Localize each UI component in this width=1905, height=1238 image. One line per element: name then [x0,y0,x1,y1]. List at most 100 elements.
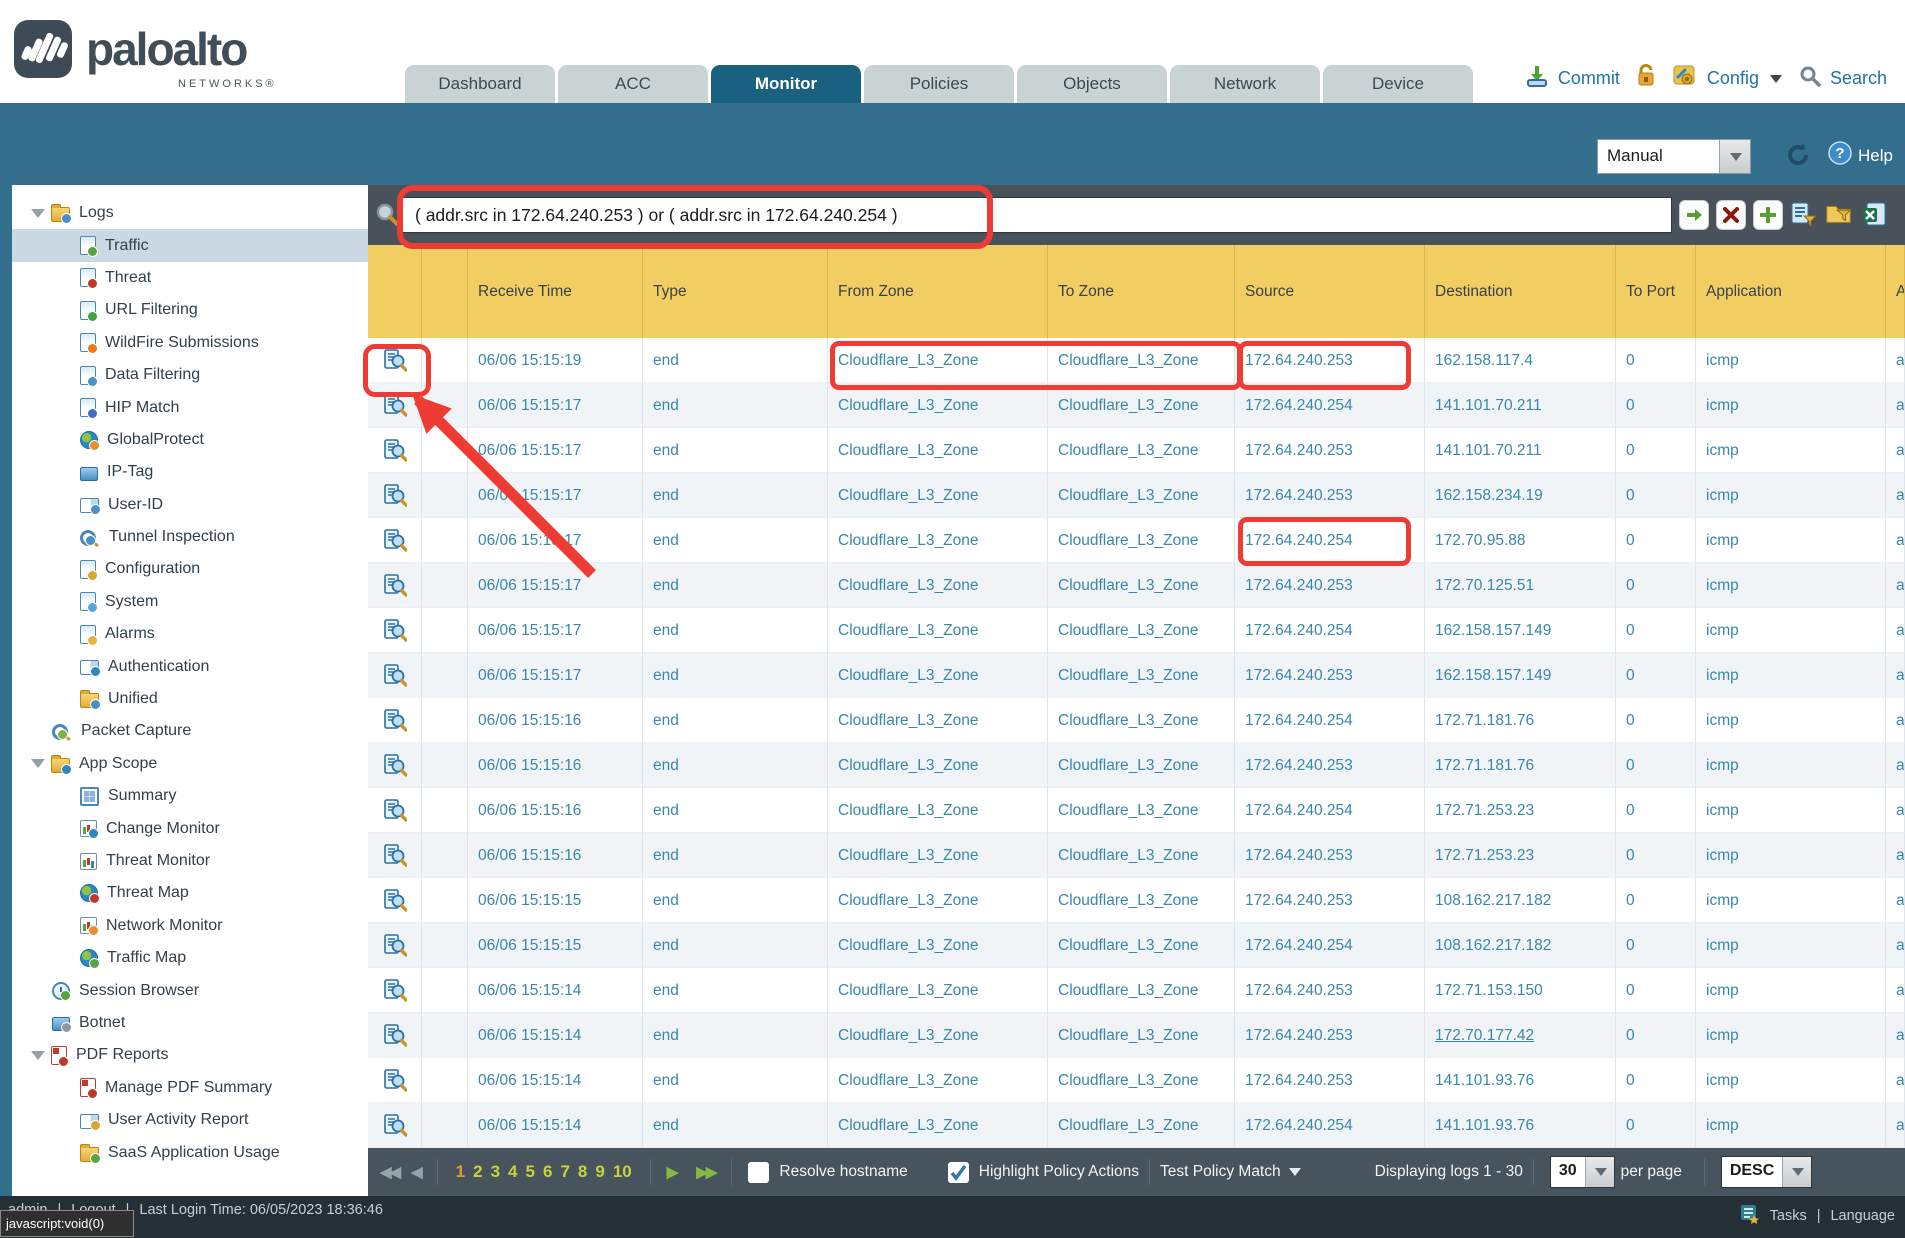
cell-action[interactable]: allow [1886,878,1905,923]
log-detail-magnifier-icon[interactable] [368,518,422,563]
log-detail-magnifier-icon[interactable] [368,743,422,788]
help-label[interactable]: Help [1858,146,1893,166]
cell-destination[interactable]: 162.158.117.4 [1425,338,1616,383]
cell-source[interactable]: 172.64.240.254 [1235,698,1425,743]
cell-destination[interactable]: 141.101.70.211 [1425,428,1616,473]
cell-destination[interactable]: 162.158.157.149 [1425,608,1616,653]
cell-to-zone[interactable]: Cloudflare_L3_Zone [1048,428,1235,473]
cell-source[interactable]: 172.64.240.253 [1235,428,1425,473]
cell-to-zone[interactable]: Cloudflare_L3_Zone [1048,923,1235,968]
cell-application[interactable]: icmp [1696,923,1886,968]
search-button[interactable]: Search [1830,68,1887,89]
cell-to-zone[interactable]: Cloudflare_L3_Zone [1048,383,1235,428]
cell-to-zone[interactable]: Cloudflare_L3_Zone [1048,653,1235,698]
cell-action[interactable]: allow [1886,743,1905,788]
sidebar-item-wildfire-submissions[interactable]: WildFire Submissions [12,327,368,359]
log-detail-magnifier-icon[interactable] [368,608,422,653]
next-page-button[interactable]: ▶ [667,1163,677,1181]
log-detail-magnifier-icon[interactable] [368,1013,422,1058]
cell-time[interactable]: 06/06 15:15:16 [468,698,643,743]
cell-time[interactable]: 06/06 15:15:17 [468,518,643,563]
sidebar-item-data-filtering[interactable]: Data Filtering [12,359,368,391]
column-header-blank-1[interactable] [422,245,468,338]
cell-time[interactable]: 06/06 15:15:15 [468,923,643,968]
cell-action[interactable]: allow [1886,473,1905,518]
sidebar-item-threat[interactable]: Threat [12,262,368,294]
cell-from-zone[interactable]: Cloudflare_L3_Zone [828,1013,1048,1058]
cell-destination[interactable]: 162.158.157.149 [1425,653,1616,698]
cell-from-zone[interactable]: Cloudflare_L3_Zone [828,1058,1048,1103]
cell-application[interactable]: icmp [1696,383,1886,428]
tab-acc[interactable]: ACC [558,65,708,103]
cell-destination[interactable]: 172.71.253.23 [1425,833,1616,878]
cell-from-zone[interactable]: Cloudflare_L3_Zone [828,428,1048,473]
first-page-button[interactable]: ◀◀ [380,1163,399,1181]
cell-application[interactable]: icmp [1696,968,1886,1013]
cell-source[interactable]: 172.64.240.253 [1235,1058,1425,1103]
cell-to-zone[interactable]: Cloudflare_L3_Zone [1048,1058,1235,1103]
cell-source[interactable]: 172.64.240.253 [1235,743,1425,788]
cell-to-zone[interactable]: Cloudflare_L3_Zone [1048,788,1235,833]
filter-builder-icon[interactable] [1790,200,1818,228]
expander-icon[interactable] [31,209,45,218]
tab-dashboard[interactable]: Dashboard [405,65,555,103]
cell-time[interactable]: 06/06 15:15:14 [468,1013,643,1058]
sidebar-item-network-monitor[interactable]: Network Monitor [12,910,368,942]
tab-device[interactable]: Device [1323,65,1473,103]
sidebar-item-change-monitor[interactable]: Change Monitor [12,812,368,844]
cell-application[interactable]: icmp [1696,653,1886,698]
sidebar-item-session-browser[interactable]: Session Browser [12,974,368,1006]
cell-application[interactable]: icmp [1696,788,1886,833]
column-header-action[interactable]: Action [1886,245,1905,338]
cell-application[interactable]: icmp [1696,428,1886,473]
log-detail-magnifier-icon[interactable] [368,1103,422,1148]
sidebar-item-app-scope[interactable]: App Scope [12,748,368,780]
cell-application[interactable]: icmp [1696,518,1886,563]
cell-action[interactable]: allow [1886,1058,1905,1103]
tab-monitor[interactable]: Monitor [711,65,861,103]
tab-network[interactable]: Network [1170,65,1320,103]
sidebar-item-ip-tag[interactable]: IP-Tag [12,456,368,488]
last-page-button[interactable]: ▶▶ [696,1163,715,1181]
cell-action[interactable]: allow [1886,338,1905,383]
log-detail-magnifier-icon[interactable] [368,338,422,383]
cell-source[interactable]: 172.64.240.253 [1235,968,1425,1013]
cell-destination[interactable]: 172.71.181.76 [1425,698,1616,743]
column-header-to-port[interactable]: To Port [1616,245,1696,338]
cell-from-zone[interactable]: Cloudflare_L3_Zone [828,563,1048,608]
page-number-7[interactable]: 7 [560,1162,569,1182]
cell-source[interactable]: 172.64.240.253 [1235,878,1425,923]
cell-action[interactable]: allow [1886,383,1905,428]
cell-destination[interactable]: 108.162.217.182 [1425,923,1616,968]
tasks-button[interactable]: Tasks [1770,1208,1807,1224]
page-number-5[interactable]: 5 [526,1162,535,1182]
cell-time[interactable]: 06/06 15:15:15 [468,878,643,923]
column-header-type[interactable]: Type [643,245,828,338]
export-icon[interactable] [1860,200,1888,228]
cell-from-zone[interactable]: Cloudflare_L3_Zone [828,338,1048,383]
apply-filter-button[interactable] [1679,200,1709,230]
cell-from-zone[interactable]: Cloudflare_L3_Zone [828,968,1048,1013]
cell-action[interactable]: allow [1886,923,1905,968]
column-header-receive-time[interactable]: Receive Time [468,245,643,338]
column-header-application[interactable]: Application [1696,245,1886,338]
cell-source[interactable]: 172.64.240.254 [1235,518,1425,563]
sidebar-item-summary[interactable]: Summary [12,780,368,812]
page-number-4[interactable]: 4 [508,1162,517,1182]
sidebar-item-packet-capture[interactable]: Packet Capture [12,715,368,747]
cell-source[interactable]: 172.64.240.254 [1235,788,1425,833]
sidebar-item-unified[interactable]: Unified [12,683,368,715]
cell-destination[interactable]: 108.162.217.182 [1425,878,1616,923]
cell-to-zone[interactable]: Cloudflare_L3_Zone [1048,338,1235,383]
cell-to-zone[interactable]: Cloudflare_L3_Zone [1048,743,1235,788]
refresh-icon[interactable] [1784,141,1812,174]
sort-order-caret-icon[interactable] [1782,1157,1811,1187]
cell-destination[interactable]: 162.158.234.19 [1425,473,1616,518]
cell-action[interactable]: allow [1886,698,1905,743]
cell-application[interactable]: icmp [1696,1103,1886,1148]
cell-application[interactable]: icmp [1696,473,1886,518]
page-number-9[interactable]: 9 [595,1162,604,1182]
cell-action[interactable]: allow [1886,608,1905,653]
cell-destination[interactable]: 172.71.253.23 [1425,788,1616,833]
expander-icon[interactable] [31,1051,45,1060]
